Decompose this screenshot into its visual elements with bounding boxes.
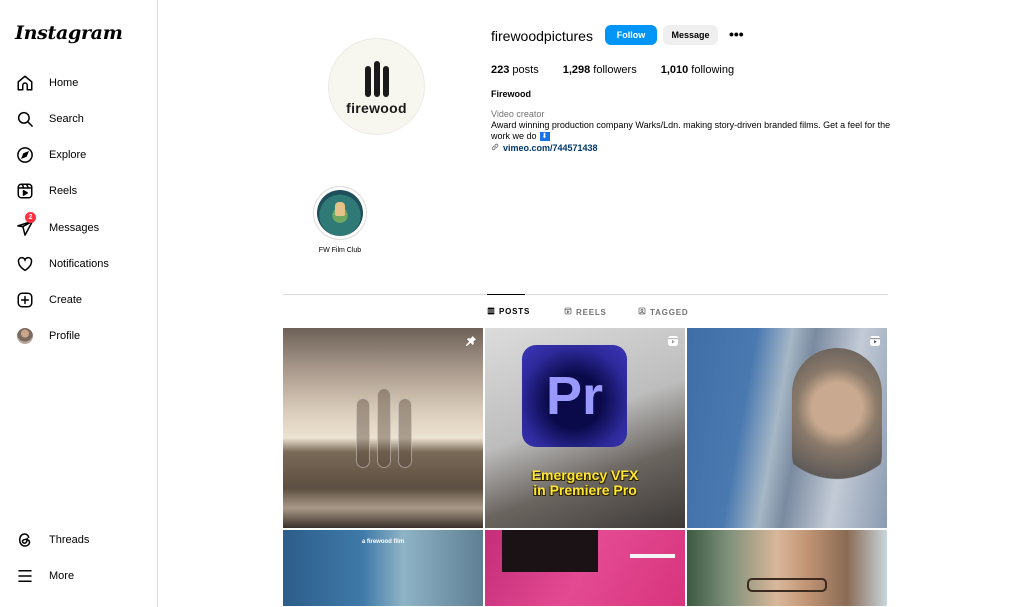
story-highlight[interactable]: FW Film Club [313,186,367,254]
followers-count[interactable]: 1,298 followers [563,64,637,76]
sidebar-item-label: More [49,570,75,582]
highlight-label: FW Film Club [318,247,362,254]
pin-icon [465,334,477,346]
followers-count-label: followers [590,64,637,76]
sidebar-item-home[interactable]: Home [8,68,148,98]
post-thumbnail[interactable] [283,328,483,528]
tab-label: REELS [576,307,607,317]
posts-count: 223 posts [491,64,539,76]
profile-avatar-large[interactable]: firewood [328,38,425,135]
post-thumbnail[interactable]: a firewood film [283,530,483,606]
post-subject [630,554,675,558]
profile-bio: Award winning production company Warks/L… [491,120,891,142]
tab-label: TAGGED [650,307,689,317]
profile-stats: 223 posts 1,298 followers 1,010 followin… [491,64,758,76]
profile-category: Video creator [491,109,545,119]
tab-posts[interactable]: POSTS [487,294,529,328]
follow-button[interactable]: Follow [605,25,657,45]
profile-full-name: Firewood [491,89,531,99]
link-icon [491,143,499,153]
sidebar-item-label: Profile [49,330,81,342]
down-arrow-emoji-icon: ⬇ [539,132,550,142]
followers-count-value: 1,298 [562,64,591,76]
premiere-pro-logo: Pr [522,345,627,447]
grid-icon [487,307,495,317]
post-thumbnail[interactable] [485,530,685,606]
hamburger-menu-icon [15,566,35,586]
post-thumbnail[interactable]: Pr Emergency VFX in Premiere Pro [485,328,685,528]
tagged-icon [638,307,646,317]
sidebar-item-label: Create [49,294,83,306]
create-plus-icon [15,290,35,310]
tab-reels[interactable]: REELS [564,295,607,329]
following-count[interactable]: 1,010 following [661,64,734,76]
sidebar-item-threads[interactable]: Threads [8,525,148,555]
bio-text: Award winning production company Warks/L… [491,120,891,141]
sidebar-item-more[interactable]: More [8,561,148,591]
sidebar-item-messages[interactable]: 2 Messages [8,212,148,243]
sidebar-item-profile[interactable]: Profile [8,321,148,351]
home-icon [15,73,35,93]
posts-count-value: 223 [491,64,510,76]
highlight-ring [313,186,367,240]
message-button[interactable]: Message [663,25,718,45]
avatar-brand-text: firewood [346,100,407,116]
post-subject [502,530,598,572]
explore-compass-icon [15,145,35,165]
sidebar-item-explore[interactable]: Explore [8,140,148,170]
heart-icon [15,254,35,274]
firewood-logo-overlay [356,388,412,468]
reels-icon [564,307,572,317]
tab-label: POSTS [499,307,531,316]
reels-icon [15,181,35,201]
reel-icon [667,334,679,346]
sidebar-item-label: Search [49,113,84,125]
profile-link[interactable]: vimeo.com/744571438 [491,143,598,153]
threads-icon [15,530,35,550]
post-thumbnail[interactable] [687,530,887,606]
sidebar-item-label: Reels [49,185,78,197]
profile-link-text: vimeo.com/744571438 [503,143,598,153]
caption-line: in Premiere Pro [533,482,637,498]
post-caption-overlay: a firewood film [361,539,405,545]
sidebar-item-label: Home [49,77,79,89]
highlight-cover-image [317,190,363,236]
search-icon [15,109,35,129]
reel-icon [869,334,881,346]
sidebar-item-label: Notifications [49,258,109,270]
posts-grid: Pr Emergency VFX in Premiere Pro a firew… [283,328,888,606]
sidebar-item-label: Threads [49,534,90,546]
sidebar-item-label: Messages [49,222,100,234]
firewood-logo-icon [364,61,389,97]
sidebar-item-notifications[interactable]: Notifications [8,249,148,279]
sidebar-item-label: Explore [49,149,87,161]
following-count-value: 1,010 [660,64,689,76]
sidebar-item-reels[interactable]: Reels [8,176,148,206]
caption-line: Emergency VFX [531,467,639,483]
post-subject [747,578,827,592]
tab-tagged[interactable]: TAGGED [638,295,688,329]
sidebar-item-create[interactable]: Create [8,285,148,315]
post-subject [792,348,882,498]
messages-badge: 2 [25,212,36,223]
sidebar-item-search[interactable]: Search [8,104,148,134]
post-thumbnail[interactable] [687,328,887,528]
following-count-label: following [688,64,735,76]
profile-avatar [15,326,35,346]
sidebar: Instagram Home Search Explore Reels 2 Me… [0,0,158,607]
instagram-logo[interactable]: Instagram [15,22,123,44]
profile-main: firewood firewoodpictures Follow Message… [158,0,1024,607]
post-caption-overlay: Emergency VFX in Premiere Pro [485,468,685,498]
messages-paper-plane-icon: 2 [15,212,36,238]
more-options-icon[interactable]: ••• [729,26,744,42]
posts-count-label: posts [509,64,539,76]
profile-username: firewoodpictures [491,28,593,44]
